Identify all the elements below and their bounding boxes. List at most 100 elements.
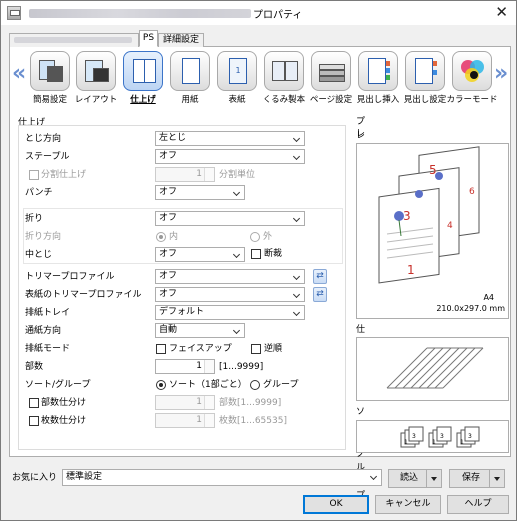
page-number: 1: [407, 263, 415, 277]
booklet-preview-icon: 1 3 4 5 6 A4 210.0x297.0 mm: [378, 146, 505, 313]
fold-preview: [356, 337, 509, 401]
split-finish-checkbox[interactable]: [29, 170, 39, 180]
staple-select[interactable]: オフ: [155, 149, 305, 164]
help-button[interactable]: ヘルプ: [447, 495, 509, 514]
face-up-label: フェイスアップ: [169, 344, 232, 354]
tab-advanced[interactable]: 詳細設定: [158, 33, 204, 47]
function-icon-bar: « » 簡易設定 レイアウト 仕上げ 用紙 1 表紙 くるみ製本 ページ設定 見…: [10, 47, 510, 111]
split-finish-label: 分割仕上げ: [41, 170, 87, 180]
load-label: 読込: [399, 473, 418, 483]
layout-preview-label: レイアウトと仕上げ: [356, 129, 366, 251]
close-icon[interactable]: ✕: [495, 4, 508, 20]
ok-button[interactable]: OK: [303, 495, 369, 514]
stack-page-number: 1: [460, 439, 464, 446]
cancel-button[interactable]: キャンセル: [375, 495, 441, 514]
page-number: 3: [403, 209, 411, 223]
save-label: 保存: [461, 473, 480, 483]
sort-stack-icon: 1 3 1 3 1 3: [400, 426, 480, 448]
output-tray-select[interactable]: デフォルト: [155, 305, 305, 320]
paper-size: A4: [483, 293, 494, 302]
paper-direction-label: 通紙方向: [25, 326, 62, 336]
saddle-stitch-label: 中とじ: [25, 250, 53, 260]
sort-label: ソート（1部ごと）: [169, 380, 247, 390]
page-number: 6: [469, 187, 475, 197]
sort-radio[interactable]: [156, 380, 166, 390]
trim-label: 断裁: [264, 249, 283, 259]
fold-lines-icon: [386, 347, 484, 389]
fold-preview-label: 仕上げ-折り: [356, 325, 368, 391]
load-button[interactable]: 読込: [388, 469, 442, 488]
page-number: 5: [429, 163, 437, 177]
page-setup-icon: [311, 51, 351, 91]
sort-group-label: ソート/グループ: [25, 380, 91, 390]
staple-label: ステープル: [25, 152, 70, 162]
group-label: グループ: [263, 380, 299, 390]
copy-separation-range: 部数[1...9999]: [219, 398, 282, 408]
tab-settings-icon: [405, 51, 445, 91]
paper-direction-select[interactable]: 自動: [155, 323, 245, 338]
split-unit-stepper[interactable]: 1: [155, 167, 215, 182]
copy-separation-label: 部数仕分け: [41, 398, 87, 408]
binding-label: とじ方向: [25, 134, 62, 144]
refresh-icon[interactable]: ⇄: [313, 269, 327, 284]
sheet-separation-stepper[interactable]: 1: [155, 413, 215, 428]
copies-label: 部数: [25, 362, 44, 372]
copies-stepper[interactable]: 1: [155, 359, 215, 374]
trim-checkbox[interactable]: [251, 249, 261, 259]
cover-trimmer-label: 表紙のトリマープロファイル: [25, 290, 142, 300]
sheet-separation-checkbox[interactable]: [29, 416, 39, 426]
function-color-mode[interactable]: カラーモード: [446, 51, 498, 107]
sort-preview: 1 3 1 3 1 3: [356, 420, 509, 453]
copies-range: [1...9999]: [219, 362, 264, 372]
perfect-binding-icon: [264, 51, 304, 91]
finishing-icon: [123, 51, 163, 91]
title-bar: プロパティ ✕: [1, 1, 516, 25]
paper-icon: [170, 51, 210, 91]
face-up-checkbox[interactable]: [156, 344, 166, 354]
saddle-stitch-select[interactable]: オフ: [155, 247, 245, 262]
chevron-down-icon[interactable]: [494, 477, 500, 481]
group-radio[interactable]: [250, 380, 260, 390]
tab-ps[interactable]: PS: [139, 30, 158, 47]
punch-select[interactable]: オフ: [155, 185, 245, 200]
favorites-select[interactable]: 標準設定: [62, 469, 382, 486]
fold-label: 折り: [25, 214, 44, 224]
layout-preview: 1 3 4 5 6 A4 210.0x297.0 mm: [356, 143, 509, 319]
fold-in-radio[interactable]: [156, 232, 166, 242]
stack-page-number: 3: [440, 433, 444, 440]
stack-page-number: 1: [404, 439, 408, 446]
finishing-settings-group: とじ方向 左とじ ステープル オフ 分割仕上げ 1 分割単位 パンチ オフ 折り…: [18, 125, 346, 450]
color-mode-icon: [452, 51, 492, 91]
tab-redacted[interactable]: [9, 33, 139, 47]
function-label: カラーモード: [446, 95, 498, 105]
quick-setup-icon: [30, 51, 70, 91]
stack-page-number: 1: [432, 439, 436, 446]
scroll-right-icon[interactable]: »: [494, 61, 508, 86]
cover-icon: 1: [217, 51, 257, 91]
refresh-icon[interactable]: ⇄: [313, 287, 327, 302]
stack-page-number: 3: [412, 433, 416, 440]
layout-icon: [76, 51, 116, 91]
copy-separation-stepper[interactable]: 1: [155, 395, 215, 410]
reverse-order-checkbox[interactable]: [251, 344, 261, 354]
tab-insert-icon: [358, 51, 398, 91]
copy-separation-checkbox[interactable]: [29, 398, 39, 408]
sheet-separation-label: 枚数仕分け: [41, 416, 87, 426]
printer-app-icon: [7, 6, 21, 20]
chevron-down-icon[interactable]: [431, 477, 437, 481]
fold-out-radio[interactable]: [250, 232, 260, 242]
cover-trimmer-select[interactable]: オフ: [155, 287, 305, 302]
printer-properties-dialog: プロパティ ✕ PS 詳細設定 « » 簡易設定 レイアウト 仕上げ 用紙 1 …: [0, 0, 517, 521]
paper-dimensions: 210.0x297.0 mm: [436, 304, 505, 313]
scroll-left-icon[interactable]: «: [12, 61, 26, 86]
binding-select[interactable]: 左とじ: [155, 131, 305, 146]
fold-in-label: 内: [169, 232, 179, 242]
fold-select[interactable]: オフ: [155, 211, 305, 226]
save-button[interactable]: 保存: [449, 469, 505, 488]
reverse-order-label: 逆順: [264, 344, 283, 354]
trimmer-profile-select[interactable]: オフ: [155, 269, 305, 284]
output-tray-label: 排紙トレイ: [25, 308, 71, 318]
title-printer-name-redacted: [29, 8, 251, 18]
tab-bar: PS 詳細設定: [9, 29, 511, 47]
punch-label: パンチ: [25, 188, 53, 198]
